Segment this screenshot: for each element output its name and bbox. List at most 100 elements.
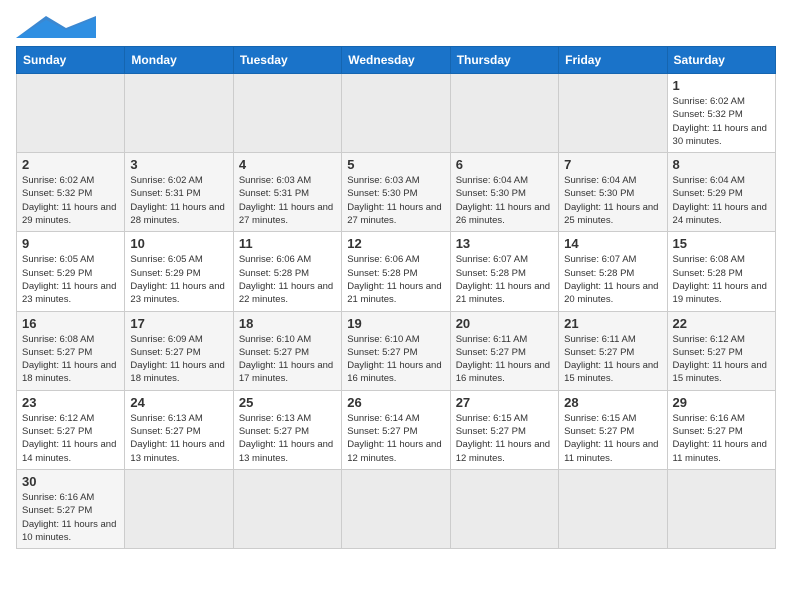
- calendar-cell: [450, 469, 558, 548]
- calendar-cell: [559, 469, 667, 548]
- calendar-cell: 17 Sunrise: 6:09 AMSunset: 5:27 PMDayligh…: [125, 311, 233, 390]
- day-info: Sunrise: 6:07 AMSunset: 5:28 PMDaylight:…: [564, 253, 661, 306]
- day-info: Sunrise: 6:05 AMSunset: 5:29 PMDaylight:…: [22, 253, 119, 306]
- day-of-week-header: Tuesday: [233, 47, 341, 74]
- day-number: 28: [564, 395, 661, 410]
- calendar-cell: 14 Sunrise: 6:07 AMSunset: 5:28 PMDayligh…: [559, 232, 667, 311]
- day-number: 2: [22, 157, 119, 172]
- calendar-cell: 13Sunrise: 6:07 AMSunset: 5:28 PMDayligh…: [450, 232, 558, 311]
- calendar-cell: [17, 74, 125, 153]
- day-info: Sunrise: 6:02 AMSunset: 5:32 PMDaylight:…: [22, 174, 119, 227]
- day-info: Sunrise: 6:04 AMSunset: 5:30 PMDaylight:…: [564, 174, 661, 227]
- calendar-cell: 22Sunrise: 6:12 AMSunset: 5:27 PMDayligh…: [667, 311, 775, 390]
- calendar-cell: 25 Sunrise: 6:13 AMSunset: 5:27 PMDayligh…: [233, 390, 341, 469]
- calendar-cell: [450, 74, 558, 153]
- day-info: Sunrise: 6:02 AMSunset: 5:31 PMDaylight:…: [130, 174, 227, 227]
- calendar-cell: 16Sunrise: 6:08 AMSunset: 5:27 PMDayligh…: [17, 311, 125, 390]
- day-of-week-header: Saturday: [667, 47, 775, 74]
- day-number: 27: [456, 395, 553, 410]
- day-of-week-header: Wednesday: [342, 47, 450, 74]
- calendar-cell: 11Sunrise: 6:06 AMSunset: 5:28 PMDayligh…: [233, 232, 341, 311]
- day-info: Sunrise: 6:03 AMSunset: 5:30 PMDaylight:…: [347, 174, 444, 227]
- calendar-cell: 27 Sunrise: 6:15 AMSunset: 5:27 PMDayligh…: [450, 390, 558, 469]
- calendar-cell: [342, 469, 450, 548]
- calendar-cell: [559, 74, 667, 153]
- day-info: Sunrise: 6:06 AMSunset: 5:28 PMDaylight:…: [347, 253, 444, 306]
- day-info: Sunrise: 6:10 AMSunset: 5:27 PMDaylight:…: [347, 333, 444, 386]
- calendar-cell: 21Sunrise: 6:11 AMSunset: 5:27 PMDayligh…: [559, 311, 667, 390]
- logo-icon: [16, 16, 96, 38]
- day-number: 29: [673, 395, 770, 410]
- day-info: Sunrise: 6:09 AMSunset: 5:27 PMDaylight:…: [130, 333, 227, 386]
- calendar-cell: 10 Sunrise: 6:05 AMSunset: 5:29 PMDayligh…: [125, 232, 233, 311]
- day-number: 10: [130, 236, 227, 251]
- day-number: 25: [239, 395, 336, 410]
- day-info: Sunrise: 6:04 AMSunset: 5:30 PMDaylight:…: [456, 174, 553, 227]
- calendar-cell: 2 Sunrise: 6:02 AMSunset: 5:32 PMDaylight…: [17, 153, 125, 232]
- day-number: 30: [22, 474, 119, 489]
- day-number: 26: [347, 395, 444, 410]
- calendar-week-row: 9 Sunrise: 6:05 AMSunset: 5:29 PMDaylight…: [17, 232, 776, 311]
- calendar-cell: 28 Sunrise: 6:15 AMSunset: 5:27 PMDayligh…: [559, 390, 667, 469]
- calendar-cell: 29 Sunrise: 6:16 AMSunset: 5:27 PMDayligh…: [667, 390, 775, 469]
- calendar-cell: [233, 469, 341, 548]
- day-info: Sunrise: 6:13 AMSunset: 5:27 PMDaylight:…: [239, 412, 336, 465]
- calendar-cell: 7 Sunrise: 6:04 AMSunset: 5:30 PMDaylight…: [559, 153, 667, 232]
- day-info: Sunrise: 6:05 AMSunset: 5:29 PMDaylight:…: [130, 253, 227, 306]
- calendar-cell: 20 Sunrise: 6:11 AMSunset: 5:27 PMDayligh…: [450, 311, 558, 390]
- calendar-cell: 23 Sunrise: 6:12 AMSunset: 5:27 PMDayligh…: [17, 390, 125, 469]
- calendar-cell: 8 Sunrise: 6:04 AMSunset: 5:29 PMDaylight…: [667, 153, 775, 232]
- day-number: 20: [456, 316, 553, 331]
- day-info: Sunrise: 6:11 AMSunset: 5:27 PMDaylight:…: [456, 333, 553, 386]
- day-info: Sunrise: 6:15 AMSunset: 5:27 PMDaylight:…: [456, 412, 553, 465]
- day-number: 22: [673, 316, 770, 331]
- day-number: 8: [673, 157, 770, 172]
- calendar-cell: [125, 469, 233, 548]
- day-of-week-header: Thursday: [450, 47, 558, 74]
- calendar-week-row: 2 Sunrise: 6:02 AMSunset: 5:32 PMDaylight…: [17, 153, 776, 232]
- day-info: Sunrise: 6:10 AMSunset: 5:27 PMDaylight:…: [239, 333, 336, 386]
- day-number: 17: [130, 316, 227, 331]
- day-info: Sunrise: 6:04 AMSunset: 5:29 PMDaylight:…: [673, 174, 770, 227]
- day-of-week-header: Sunday: [17, 47, 125, 74]
- day-number: 5: [347, 157, 444, 172]
- calendar-cell: 4 Sunrise: 6:03 AMSunset: 5:31 PMDaylight…: [233, 153, 341, 232]
- day-number: 7: [564, 157, 661, 172]
- day-number: 23: [22, 395, 119, 410]
- day-info: Sunrise: 6:16 AMSunset: 5:27 PMDaylight:…: [673, 412, 770, 465]
- calendar-cell: [342, 74, 450, 153]
- day-number: 14: [564, 236, 661, 251]
- day-number: 4: [239, 157, 336, 172]
- day-info: Sunrise: 6:13 AMSunset: 5:27 PMDaylight:…: [130, 412, 227, 465]
- day-info: Sunrise: 6:14 AMSunset: 5:27 PMDaylight:…: [347, 412, 444, 465]
- day-of-week-header: Friday: [559, 47, 667, 74]
- calendar-week-row: 23 Sunrise: 6:12 AMSunset: 5:27 PMDayligh…: [17, 390, 776, 469]
- calendar-cell: 24Sunrise: 6:13 AMSunset: 5:27 PMDayligh…: [125, 390, 233, 469]
- calendar-cell: 30Sunrise: 6:16 AMSunset: 5:27 PMDayligh…: [17, 469, 125, 548]
- calendar-cell: 5 Sunrise: 6:03 AMSunset: 5:30 PMDaylight…: [342, 153, 450, 232]
- day-number: 21: [564, 316, 661, 331]
- calendar-table: SundayMondayTuesdayWednesdayThursdayFrid…: [16, 46, 776, 549]
- day-of-week-header: Monday: [125, 47, 233, 74]
- calendar-cell: 1 Sunrise: 6:02 AMSunset: 5:32 PMDaylight…: [667, 74, 775, 153]
- day-number: 6: [456, 157, 553, 172]
- calendar-week-row: 30Sunrise: 6:16 AMSunset: 5:27 PMDayligh…: [17, 469, 776, 548]
- day-number: 15: [673, 236, 770, 251]
- day-number: 3: [130, 157, 227, 172]
- calendar-cell: [667, 469, 775, 548]
- day-number: 13: [456, 236, 553, 251]
- calendar-cell: [233, 74, 341, 153]
- day-info: Sunrise: 6:03 AMSunset: 5:31 PMDaylight:…: [239, 174, 336, 227]
- day-number: 19: [347, 316, 444, 331]
- day-info: Sunrise: 6:08 AMSunset: 5:27 PMDaylight:…: [22, 333, 119, 386]
- calendar-cell: 15Sunrise: 6:08 AMSunset: 5:28 PMDayligh…: [667, 232, 775, 311]
- day-info: Sunrise: 6:12 AMSunset: 5:27 PMDaylight:…: [22, 412, 119, 465]
- day-number: 11: [239, 236, 336, 251]
- day-info: Sunrise: 6:15 AMSunset: 5:27 PMDaylight:…: [564, 412, 661, 465]
- day-number: 1: [673, 78, 770, 93]
- page-header: [16, 16, 776, 38]
- day-number: 9: [22, 236, 119, 251]
- day-number: 12: [347, 236, 444, 251]
- day-info: Sunrise: 6:02 AMSunset: 5:32 PMDaylight:…: [673, 95, 770, 148]
- calendar-cell: 18Sunrise: 6:10 AMSunset: 5:27 PMDayligh…: [233, 311, 341, 390]
